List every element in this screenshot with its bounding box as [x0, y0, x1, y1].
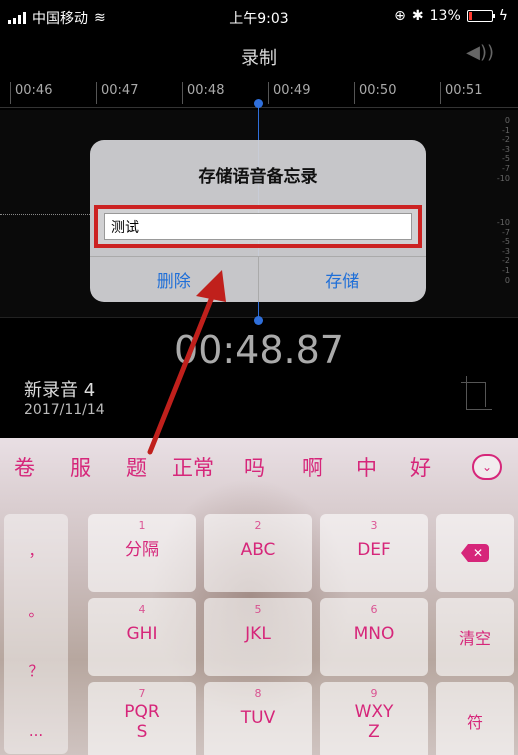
- dialog-buttons: 删除 存储: [90, 256, 426, 302]
- db-scale-lower: -10 -7 -5 -3 -2 -1 0: [497, 218, 510, 285]
- punct-period[interactable]: 。: [4, 600, 68, 621]
- trim-icon[interactable]: [461, 376, 492, 410]
- symbol-key[interactable]: 符: [436, 682, 514, 755]
- db-label: -1: [502, 265, 510, 275]
- key-label: 分隔: [125, 540, 159, 560]
- db-label: -5: [502, 154, 510, 164]
- key-number: 4: [138, 603, 146, 616]
- key-number: 5: [254, 603, 262, 616]
- candidate-word[interactable]: 服: [70, 452, 91, 482]
- candidate-word[interactable]: 正常: [172, 452, 214, 482]
- status-right: ⊕ ✱ 13% ϟ: [394, 8, 508, 24]
- punct-comma[interactable]: ，: [4, 540, 68, 561]
- db-label: -2: [502, 256, 510, 266]
- memo-name-input[interactable]: [104, 213, 412, 240]
- highlight-box: [94, 205, 422, 248]
- punct-question[interactable]: ？: [4, 660, 68, 681]
- recording-name: 新录音 4: [24, 380, 96, 401]
- recording-date: 2017/11/14: [24, 402, 105, 418]
- timeline-tick: 00:48: [182, 82, 224, 104]
- db-label: -5: [502, 237, 510, 247]
- candidate-bar: 卷 服 题 正常 吗 啊 中 好 ⌄: [0, 438, 518, 498]
- save-memo-dialog: 存储语音备忘录 删除 存储: [90, 140, 426, 302]
- key-label: ABC: [240, 540, 276, 560]
- key-label: PQR S: [124, 702, 160, 742]
- db-label: -3: [502, 246, 510, 256]
- timeline-tick: 00:46: [10, 82, 52, 104]
- key-label: JKL: [245, 624, 271, 644]
- key-number: 2: [254, 519, 262, 532]
- speaker-icon[interactable]: ◀)): [466, 42, 494, 63]
- key-label: TUV: [240, 708, 276, 728]
- battery-icon: [466, 10, 495, 22]
- db-label: -10: [496, 173, 510, 183]
- charging-icon: ϟ: [498, 8, 508, 24]
- candidate-word[interactable]: 好: [410, 452, 431, 482]
- punct-ellipsis[interactable]: ...: [4, 722, 68, 740]
- dialog-title: 存储语音备忘录: [198, 167, 318, 187]
- db-label: -2: [502, 135, 510, 145]
- db-label: -7: [502, 227, 510, 237]
- status-bar: 中国移动 ≋ 上午9:03 ⊕ ✱ 13% ϟ: [0, 0, 518, 36]
- key-2[interactable]: 2 ABC: [204, 514, 312, 592]
- backspace-key[interactable]: ✕: [436, 514, 514, 592]
- battery-fill: [468, 12, 472, 20]
- bluetooth-icon: ✱: [411, 8, 424, 24]
- candidate-word[interactable]: 卷: [14, 452, 35, 482]
- key-9[interactable]: 9 WXY Z: [320, 682, 428, 755]
- key-number: 3: [370, 519, 378, 532]
- key-label: DEF: [357, 540, 391, 560]
- elapsed-time: 00:48.87: [174, 328, 344, 372]
- key-4[interactable]: 4 GHI: [88, 598, 196, 676]
- key-7[interactable]: 7 PQR S: [88, 682, 196, 755]
- timeline-tick: 00:51: [440, 82, 482, 104]
- timeline-tick: 00:50: [354, 82, 396, 104]
- playhead-handle-bottom[interactable]: [254, 316, 263, 325]
- playhead-handle-top[interactable]: [254, 99, 263, 108]
- save-button[interactable]: 存储: [257, 257, 427, 302]
- key-number: 6: [370, 603, 378, 616]
- key-number: 1: [138, 519, 146, 532]
- db-label: -1: [502, 125, 510, 135]
- key-label: MNO: [353, 624, 395, 644]
- key-3[interactable]: 3 DEF: [320, 514, 428, 592]
- key-label: WXY Z: [354, 702, 394, 742]
- key-number: 7: [138, 687, 146, 700]
- key-5[interactable]: 5 JKL: [204, 598, 312, 676]
- candidate-word[interactable]: 题: [126, 452, 147, 482]
- keyboard: 卷 服 题 正常 吗 啊 中 好 ⌄ ， 。 ？ ... 1 分隔 2 ABC …: [0, 438, 518, 755]
- db-label: 0: [504, 116, 510, 125]
- key-6[interactable]: 6 MNO: [320, 598, 428, 676]
- key-1[interactable]: 1 分隔: [88, 514, 196, 592]
- db-scale-upper: 0 -1 -2 -3 -5 -7 -10: [497, 116, 510, 183]
- db-label: -10: [496, 218, 510, 227]
- punctuation-column[interactable]: ， 。 ？ ...: [4, 514, 68, 754]
- db-label: -7: [502, 163, 510, 173]
- candidate-word[interactable]: 中: [356, 452, 377, 482]
- db-label: -3: [502, 144, 510, 154]
- backspace-icon: ✕: [461, 544, 489, 562]
- waveform-line: [0, 214, 90, 215]
- candidate-word[interactable]: 啊: [302, 452, 323, 482]
- key-number: 9: [370, 687, 378, 700]
- candidate-word[interactable]: 吗: [244, 452, 265, 482]
- timeline-tick: 00:49: [268, 82, 310, 104]
- battery-percent: 13%: [429, 8, 461, 24]
- key-label: GHI: [126, 624, 158, 644]
- db-label: 0: [504, 275, 510, 285]
- timeline-tick: 00:47: [96, 82, 138, 104]
- lock-rotation-icon: ⊕: [394, 8, 406, 24]
- key-number: 8: [254, 687, 262, 700]
- clear-key[interactable]: 清空: [436, 598, 514, 676]
- key-8[interactable]: 8 TUV: [204, 682, 312, 755]
- page-title: 录制: [241, 48, 277, 69]
- collapse-keyboard-button[interactable]: ⌄: [472, 454, 502, 480]
- delete-button[interactable]: 删除: [90, 257, 258, 302]
